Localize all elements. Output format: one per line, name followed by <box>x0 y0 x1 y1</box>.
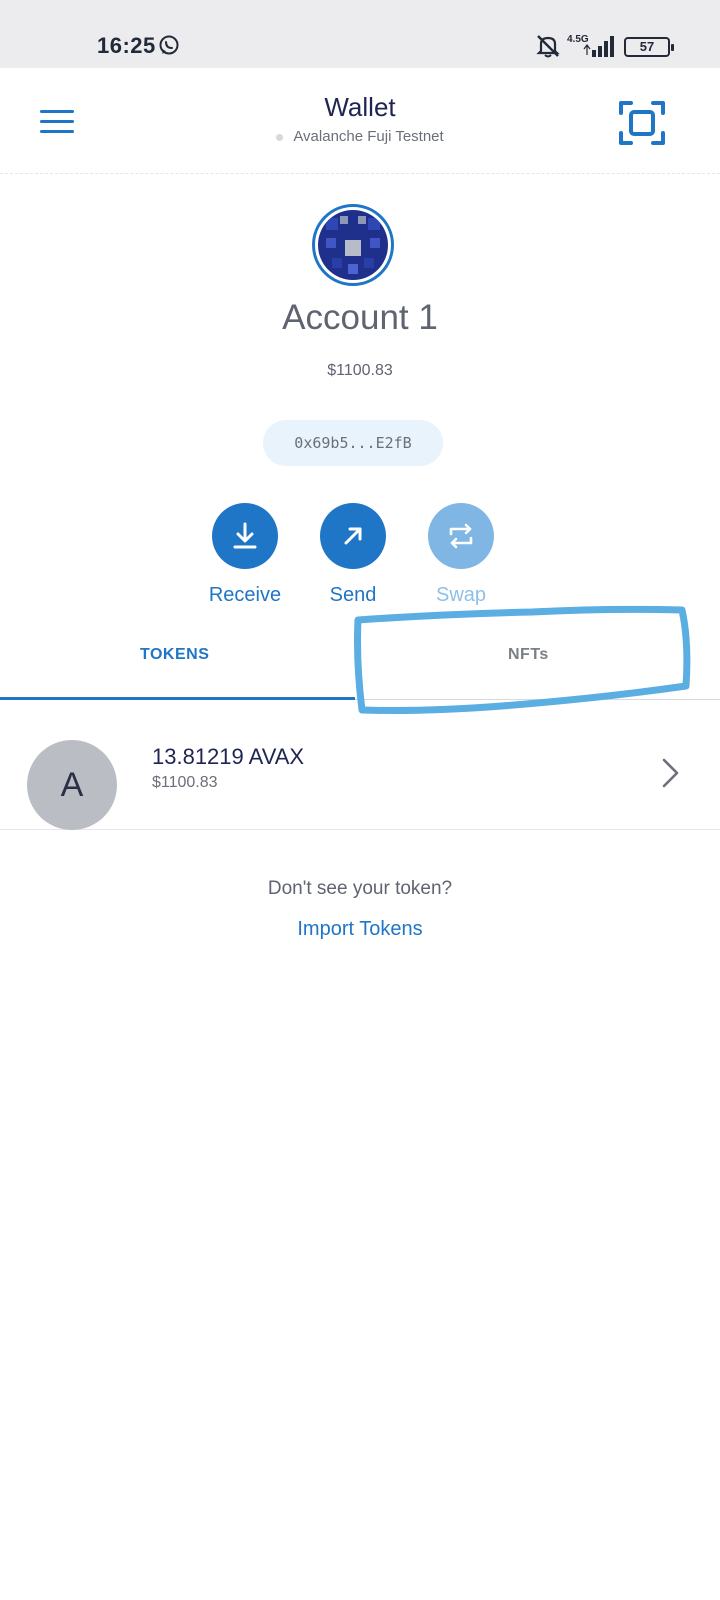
no-token-prompt: Don't see your token? <box>267 878 453 899</box>
network-status-dot <box>276 133 284 141</box>
scan-qr-icon[interactable] <box>618 100 666 146</box>
identicon <box>318 210 388 280</box>
account-balance: $1100.83 <box>327 362 393 379</box>
status-time: 16:25 <box>97 33 156 58</box>
token-amount: 13.81219 AVAX <box>152 744 305 769</box>
swap-arrows-icon <box>449 523 473 549</box>
swap-button[interactable]: Swap <box>411 503 511 607</box>
token-fiat-value: $1100.83 <box>152 774 218 791</box>
network-name: Avalanche Fuji Testnet <box>293 128 444 145</box>
mute-alarm-icon <box>536 35 560 58</box>
send-arrow-icon <box>344 527 362 545</box>
tab-tokens[interactable]: TOKENS <box>140 646 209 664</box>
page-title: Wallet <box>324 92 396 122</box>
token-avatar: A <box>27 740 117 830</box>
header-divider <box>0 173 720 174</box>
highlight-annotation <box>354 605 691 714</box>
account-address-button[interactable]: 0x69b5...E2fB <box>263 420 443 466</box>
download-arrow-icon <box>233 522 257 549</box>
account-avatar[interactable] <box>312 204 394 286</box>
chevron-right-icon <box>662 758 679 788</box>
signal-icon <box>583 36 614 57</box>
battery-level: 57 <box>639 39 655 54</box>
token-row[interactable]: A 13.81219 AVAX $1100.83 <box>0 716 720 830</box>
wallet-screen: 16:25 4.5G 57 Wallet Avalanche Fuji Test… <box>0 0 720 1600</box>
status-bar: 16:25 4.5G 57 <box>0 0 720 68</box>
receive-button[interactable]: Receive <box>195 503 295 607</box>
account-name[interactable]: Account 1 <box>0 298 720 338</box>
network-selector[interactable]: Avalanche Fuji Testnet <box>0 128 720 145</box>
receive-label: Receive <box>208 584 282 606</box>
active-tab-indicator <box>0 697 355 700</box>
send-button[interactable]: Send <box>303 503 403 607</box>
import-tokens-link[interactable]: Import Tokens <box>0 918 720 941</box>
whatsapp-icon <box>159 35 179 55</box>
battery-icon: 57 <box>624 37 674 57</box>
